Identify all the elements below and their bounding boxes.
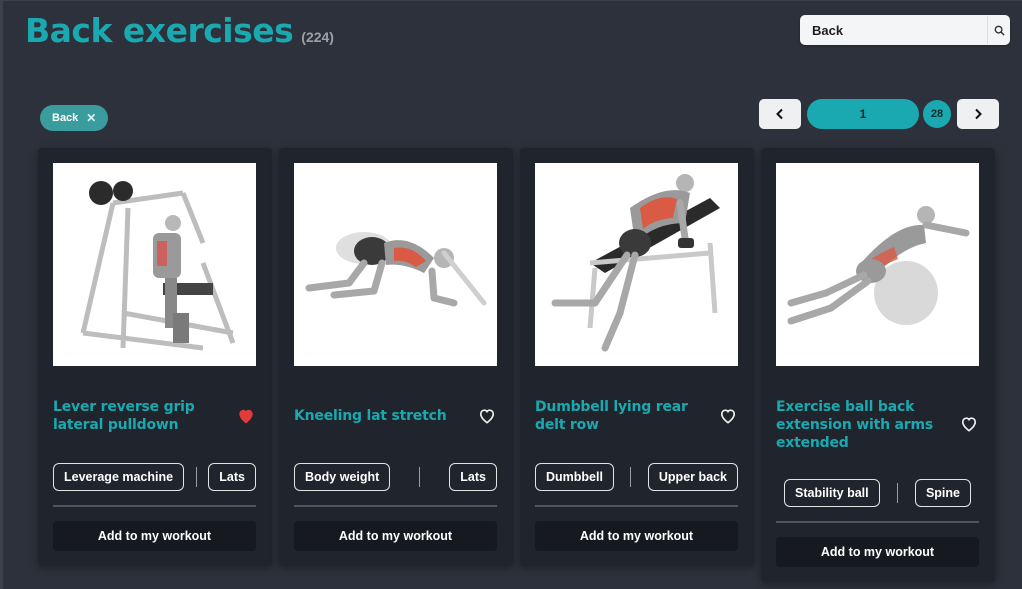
exercise-card: Lever reverse grip lateral pulldown Leve… (38, 148, 272, 566)
divider (776, 521, 979, 523)
tag-group: Leverage machine Lats (53, 463, 256, 491)
exercise-image[interactable] (294, 163, 497, 366)
tag-group: Stability ball Spine (776, 479, 979, 507)
chevron-right-icon (975, 108, 982, 120)
search-icon[interactable] (987, 16, 1010, 44)
add-to-workout-button[interactable]: Add to my workout (535, 521, 738, 551)
prev-page-button[interactable] (759, 99, 801, 129)
exercise-image[interactable] (53, 163, 256, 366)
target-tag[interactable]: Upper back (647, 463, 738, 491)
exercise-name[interactable]: Dumbbell lying rear delt row (535, 398, 695, 434)
target-tag[interactable]: Lats (449, 463, 497, 491)
next-page-button[interactable] (957, 99, 999, 129)
exercise-image[interactable] (776, 163, 979, 366)
tag-separator (195, 467, 197, 487)
heart-filled-icon[interactable] (236, 406, 256, 426)
tag-group: Body weight Lats (294, 463, 497, 491)
equipment-tag[interactable]: Body weight (294, 463, 391, 491)
pagination: 1 28 (759, 99, 999, 129)
remove-filter-icon[interactable]: ✕ (86, 111, 96, 125)
exercise-image[interactable] (535, 163, 738, 366)
target-tag[interactable]: Lats (208, 463, 256, 491)
add-to-workout-button[interactable]: Add to my workout (294, 521, 497, 551)
filter-chip-label: Back (52, 112, 79, 124)
total-pages[interactable]: 28 (923, 100, 951, 128)
page-title: Back exercises (25, 11, 294, 50)
heart-outline-icon[interactable] (477, 406, 497, 426)
page-header: Back exercises (224) (25, 11, 334, 50)
heart-outline-icon[interactable] (718, 406, 738, 426)
equipment-tag[interactable]: Dumbbell (535, 463, 614, 491)
exercise-card: Exercise ball back extension with arms e… (761, 148, 995, 582)
exercise-name[interactable]: Exercise ball back extension with arms e… (776, 398, 946, 452)
search-bar (800, 15, 1010, 45)
divider (535, 505, 738, 507)
tag-group: Dumbbell Upper back (535, 463, 738, 491)
exercise-name[interactable]: Lever reverse grip lateral pulldown (53, 398, 213, 434)
add-to-workout-button[interactable]: Add to my workout (776, 537, 979, 567)
divider (53, 505, 256, 507)
tag-separator (630, 467, 632, 487)
heart-outline-icon[interactable] (959, 414, 979, 434)
exercise-card: Dumbbell lying rear delt row Dumbbell Up… (520, 148, 754, 566)
divider (294, 505, 497, 507)
tag-separator (419, 467, 421, 487)
equipment-tag[interactable]: Stability ball (784, 479, 880, 507)
tag-separator (896, 483, 898, 503)
exercise-card: Kneeling lat stretch Body weight Lats Ad… (279, 148, 513, 566)
chevron-left-icon (776, 108, 783, 120)
target-tag[interactable]: Spine (914, 479, 971, 507)
search-input[interactable] (800, 15, 987, 45)
filter-chip-back[interactable]: Back ✕ (40, 105, 109, 131)
exercise-count: (224) (301, 29, 334, 45)
current-page[interactable]: 1 (807, 99, 919, 129)
exercise-name[interactable]: Kneeling lat stretch (294, 407, 454, 425)
add-to-workout-button[interactable]: Add to my workout (53, 521, 256, 551)
equipment-tag[interactable]: Leverage machine (53, 463, 185, 491)
